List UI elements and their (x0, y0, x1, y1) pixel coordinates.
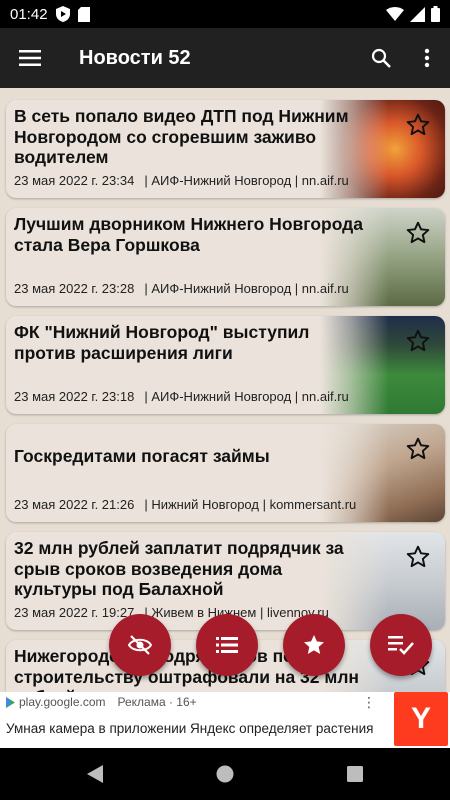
app-bar: Новости 52 (0, 28, 450, 88)
favorite-star-icon[interactable] (405, 112, 431, 138)
article-meta: 23 мая 2022 г. 23:28 | АИФ-Нижний Новгоро… (14, 281, 349, 296)
favorites-button[interactable] (283, 614, 345, 676)
article-date: 23 мая 2022 г. 23:34 (14, 173, 135, 188)
article-title: Лучшим дворником Нижнего Новгорода стала… (14, 214, 364, 255)
hide-read-button[interactable] (109, 614, 171, 676)
favorite-star-icon[interactable] (405, 220, 431, 246)
ad-label: Реклама · 16+ (117, 695, 197, 709)
fab-row (0, 614, 450, 678)
article-source: | АИФ-Нижний Новгород | nn.aif.ru (144, 173, 349, 188)
wifi-icon (386, 7, 404, 21)
news-card[interactable]: Госкредитами погасят займы 23 мая 2022 г… (6, 424, 445, 522)
hide-read-icon (127, 635, 153, 655)
back-icon[interactable] (83, 762, 107, 786)
mark-read-button[interactable] (370, 614, 432, 676)
article-title: 32 млн рублей заплатит подрядчик за срыв… (14, 538, 344, 599)
system-nav-bar (0, 748, 450, 800)
ad-source-line: play.google.com Реклама · 16+ (6, 695, 197, 709)
shield-icon (55, 6, 70, 22)
news-card[interactable]: В сеть попало видео ДТП под Нижним Новго… (6, 100, 445, 198)
article-title: ФК "Нижний Новгород" выступил против рас… (14, 322, 310, 363)
home-icon[interactable] (213, 762, 237, 786)
favorite-star-icon[interactable] (405, 544, 431, 570)
app-title: Новости 52 (79, 46, 191, 69)
sd-card-icon (77, 6, 90, 22)
google-play-icon (6, 696, 15, 708)
favorite-star-icon[interactable] (405, 436, 431, 462)
battery-icon (431, 6, 440, 22)
article-date: 23 мая 2022 г. 23:28 (14, 281, 135, 296)
more-vert-icon[interactable] (404, 28, 450, 88)
ad-source: play.google.com (19, 695, 106, 709)
list-icon (216, 637, 238, 653)
article-source: | АИФ-Нижний Новгород | nn.aif.ru (144, 389, 349, 404)
article-title: В сеть попало видео ДТП под Нижним Новго… (14, 106, 349, 167)
recents-icon[interactable] (343, 762, 367, 786)
article-date: 23 мая 2022 г. 23:18 (14, 389, 135, 404)
status-time: 01:42 (10, 5, 48, 23)
article-source: | АИФ-Нижний Новгород | nn.aif.ru (144, 281, 349, 296)
ad-more-icon[interactable]: ⋮ (362, 694, 376, 711)
news-card[interactable]: ФК "Нижний Новгород" выступил против рас… (6, 316, 445, 414)
article-title: Госкредитами погасят займы (14, 446, 270, 466)
article-source: | Нижний Новгород | kommersant.ru (144, 497, 357, 512)
menu-icon[interactable] (0, 28, 60, 88)
article-date: 23 мая 2022 г. 21:26 (14, 497, 135, 512)
article-meta: 23 мая 2022 г. 23:34 | АИФ-Нижний Новгоро… (14, 173, 349, 188)
article-meta: 23 мая 2022 г. 23:18 | АИФ-Нижний Новгоро… (14, 389, 349, 404)
article-meta: 23 мая 2022 г. 21:26 | Нижний Новгород | … (14, 497, 356, 512)
yandex-logo: Y (394, 692, 448, 746)
status-bar: 01:42 (0, 0, 450, 28)
signal-icon (410, 6, 425, 22)
news-card[interactable]: Лучшим дворником Нижнего Новгорода стала… (6, 208, 445, 306)
favorite-star-icon[interactable] (405, 328, 431, 354)
ad-text: Умная камера в приложении Яндекс определ… (6, 721, 374, 736)
news-feed[interactable]: В сеть попало видео ДТП под Нижним Новго… (0, 88, 450, 692)
search-icon[interactable] (358, 28, 404, 88)
favorites-star-icon (304, 635, 324, 654)
mark-read-icon (388, 636, 414, 655)
ad-banner[interactable]: play.google.com Реклама · 16+ ⋮ Умная ка… (0, 692, 450, 748)
list-button[interactable] (196, 614, 258, 676)
